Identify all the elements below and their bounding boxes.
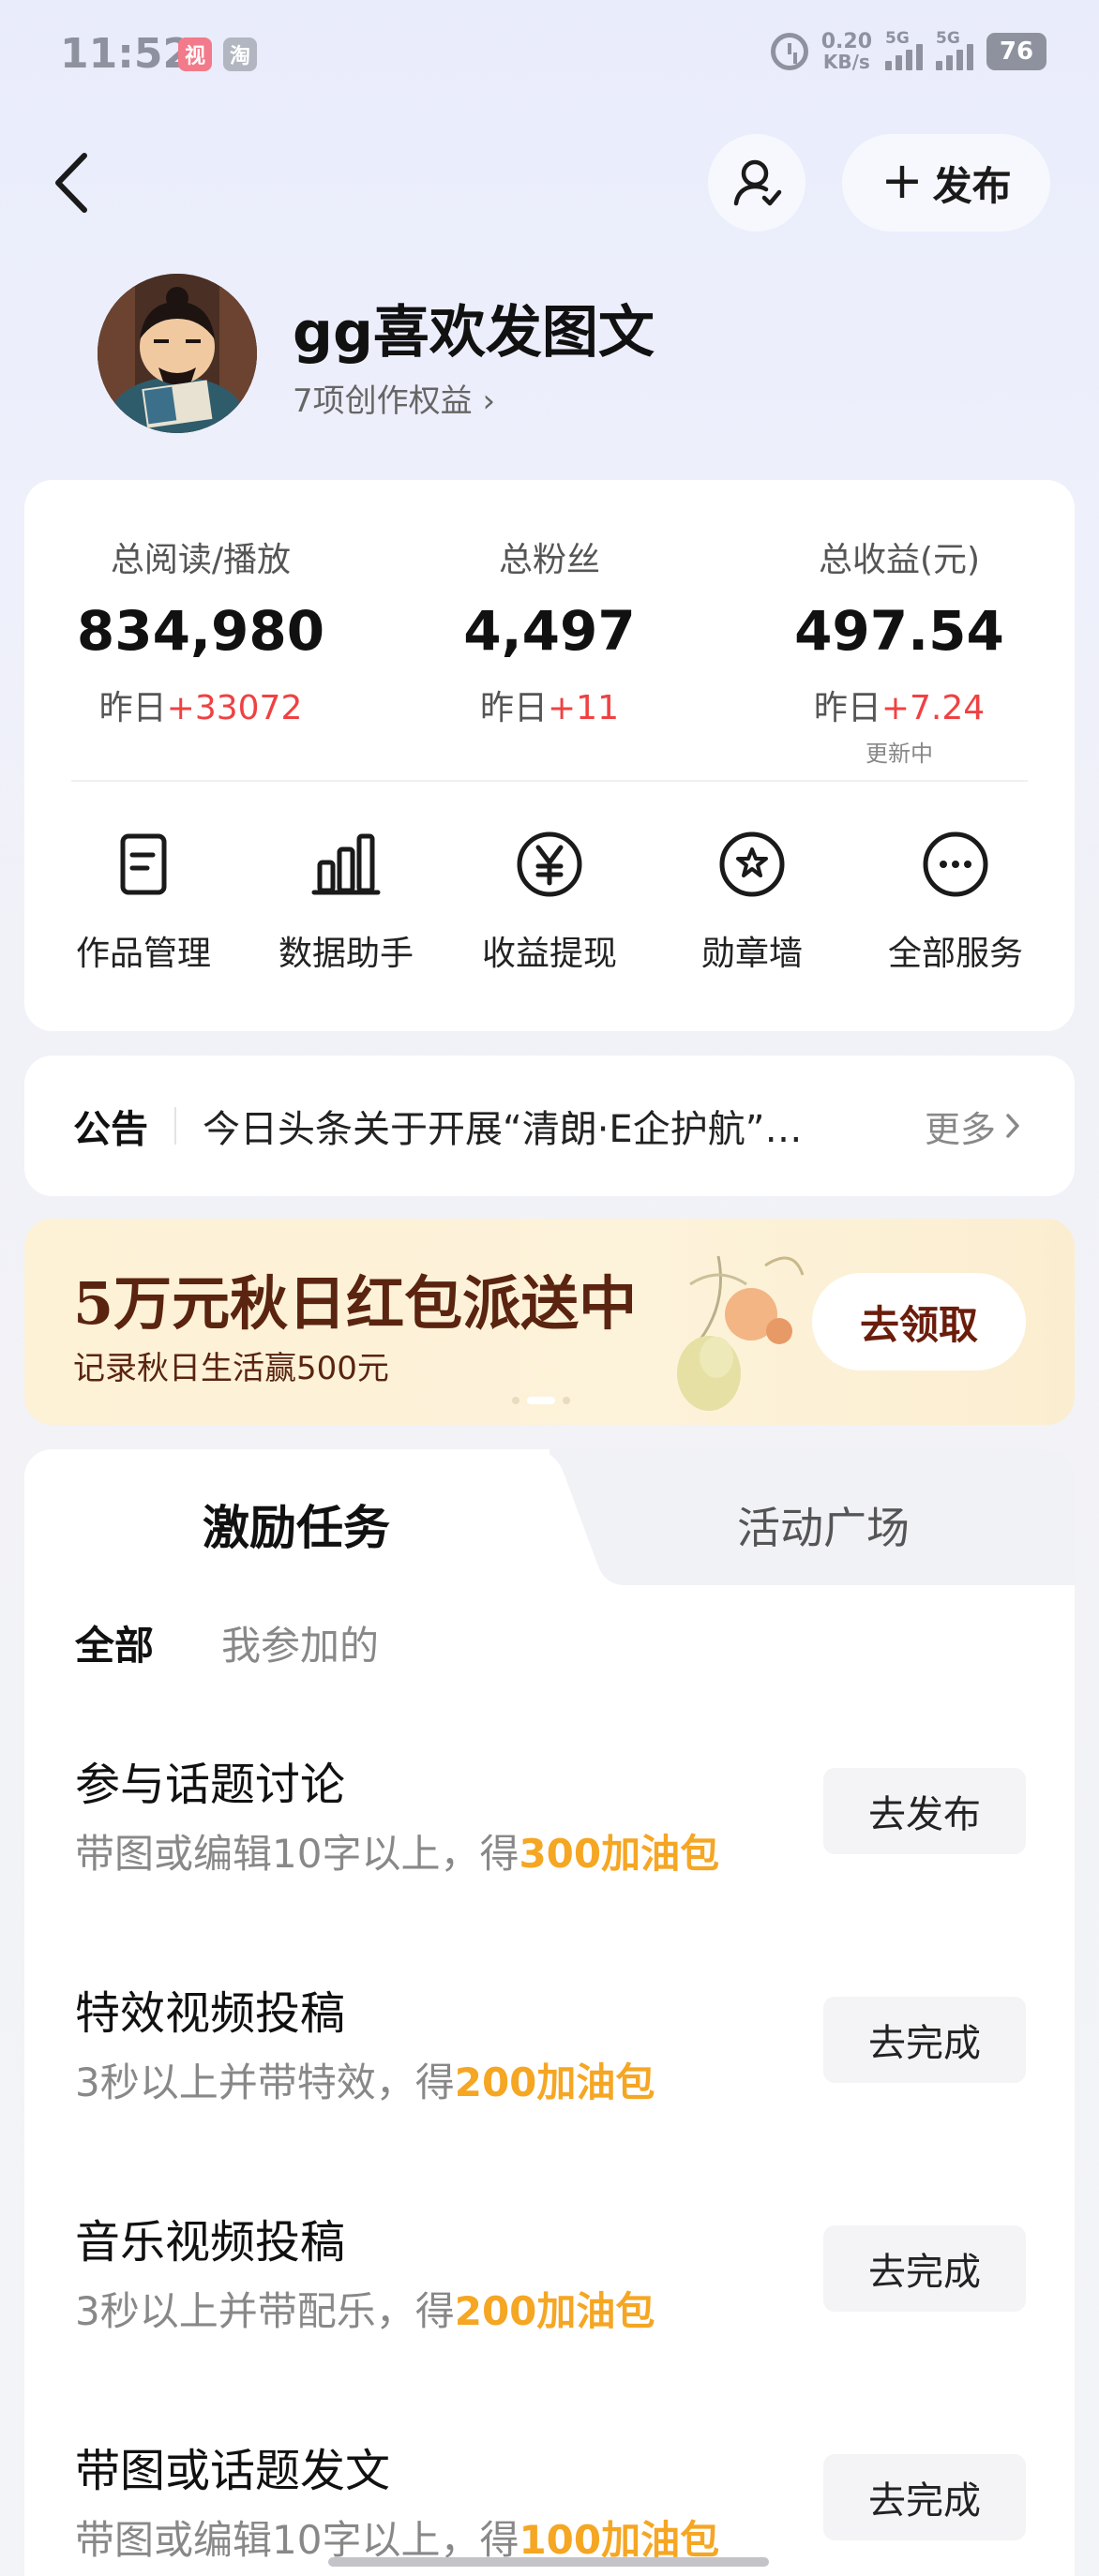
publish-button[interactable]: + 发布	[842, 134, 1050, 232]
task-item: 音乐视频投稿 3秒以上并带配乐，得200加油包 去完成	[24, 2205, 1075, 2392]
status-bar: 11:52 视 淘 0.20 KB/s 5G 5G 76	[0, 0, 1099, 112]
task-title: 音乐视频投稿	[75, 2216, 346, 2269]
taobao-app-notification-icon: 淘	[223, 37, 257, 71]
medal-icon	[719, 831, 785, 897]
task-item: 带图或话题发文 带图或编辑10字以上，得100加油包 去完成	[24, 2434, 1075, 2576]
announcement-more-link[interactable]: 更多	[925, 1101, 1022, 1152]
task-title: 参与话题讨论	[75, 1759, 346, 1811]
task-title: 特效视频投稿	[75, 1987, 346, 2040]
tasks-panel: 激励任务 活动广场 全部 我参加的 参与话题讨论 带图或编辑10字以上，得300…	[24, 1449, 1075, 2576]
task-action-button[interactable]: 去发布	[823, 1768, 1026, 1854]
task-item: 特效视频投稿 3秒以上并带特效，得200加油包 去完成	[24, 1976, 1075, 2164]
username: gg喜欢发图文	[293, 300, 655, 366]
service-all-services[interactable]: 全部服务	[862, 827, 1049, 975]
filter-joined[interactable]: 我参加的	[221, 1614, 379, 1671]
video-app-notification-icon: 视	[178, 37, 212, 71]
avatar[interactable]	[98, 274, 257, 433]
status-right-group: 0.20 KB/s 5G 5G 76	[770, 29, 1046, 73]
alarm-icon	[770, 33, 808, 70]
task-action-button[interactable]: 去完成	[823, 1997, 1026, 2083]
service-works-management[interactable]: 作品管理	[50, 827, 237, 975]
updating-note: 更新中	[866, 740, 933, 767]
service-earnings-withdraw[interactable]: 收益提现	[456, 827, 643, 975]
stat-total-fans[interactable]: 总粉丝 4,497 昨日+11	[399, 532, 700, 729]
user-check-icon	[733, 159, 782, 206]
task-action-button[interactable]: 去完成	[823, 2225, 1026, 2312]
avatar-image	[98, 274, 257, 433]
tab-incentive-tasks[interactable]: 激励任务	[203, 1490, 390, 1558]
home-indicator[interactable]	[328, 2557, 769, 2567]
filter-all[interactable]: 全部	[75, 1614, 154, 1671]
back-button[interactable]	[45, 148, 101, 217]
document-icon	[120, 833, 167, 895]
carousel-indicator	[512, 1397, 570, 1404]
chevron-right-icon	[1006, 1114, 1019, 1138]
plus-icon: +	[881, 151, 924, 210]
battery-icon: 76	[986, 33, 1046, 70]
task-description: 3秒以上并带配乐，得200加油包	[75, 2288, 655, 2334]
service-data-assistant[interactable]: 数据助手	[252, 827, 440, 975]
bar-chart-icon	[311, 833, 381, 895]
task-action-button[interactable]: 去完成	[823, 2454, 1026, 2540]
stats-card: 总阅读/播放 834,980 昨日+33072 总粉丝 4,497 昨日+11 …	[24, 480, 1075, 1031]
divider	[71, 780, 1028, 782]
creator-rights-link[interactable]: 7项创作权益 ›	[293, 375, 495, 421]
stat-total-reads[interactable]: 总阅读/播放 834,980 昨日+33072	[51, 532, 351, 729]
claim-button[interactable]: 去领取	[812, 1273, 1026, 1370]
more-icon	[923, 831, 988, 897]
announcement-text[interactable]: 今日头条关于开展“清朗·E企护航”专项行动的公告	[203, 1099, 803, 1153]
divider	[174, 1107, 176, 1145]
task-description: 3秒以上并带特效，得200加油包	[75, 2059, 655, 2105]
status-time: 11:52	[60, 30, 192, 78]
service-medal-wall[interactable]: 勋章墙	[658, 827, 846, 975]
user-follow-button[interactable]	[708, 134, 805, 232]
announcement-bar[interactable]: 公告 今日头条关于开展“清朗·E企护航”专项行动的公告 更多	[24, 1056, 1075, 1196]
stat-total-earnings[interactable]: 总收益(元) 497.54 昨日+7.24 更新中	[749, 532, 1049, 768]
publish-label: 发布	[932, 162, 1012, 209]
promo-banner[interactable]: 5万元秋日红包派送中 记录秋日生活赢500元 去领取	[24, 1219, 1075, 1425]
announcement-title: 公告	[73, 1108, 148, 1151]
banner-title: 5万元秋日红包派送中	[73, 1269, 638, 1338]
network-speed: 0.20 KB/s	[820, 30, 872, 73]
yuan-icon	[517, 831, 582, 897]
signal-icon: 5G	[936, 29, 973, 70]
banner-subtitle: 记录秋日生活赢500元	[73, 1350, 389, 1387]
task-description: 带图或编辑10字以上，得300加油包	[75, 1831, 720, 1877]
task-title: 带图或话题发文	[75, 2445, 391, 2497]
tab-activity-square[interactable]: 活动广场	[737, 1494, 910, 1556]
task-item: 参与话题讨论 带图或编辑10字以上，得300加油包 去发布	[24, 1747, 1075, 1935]
chevron-left-icon	[55, 153, 87, 213]
signal-icon: 5G	[885, 29, 923, 70]
